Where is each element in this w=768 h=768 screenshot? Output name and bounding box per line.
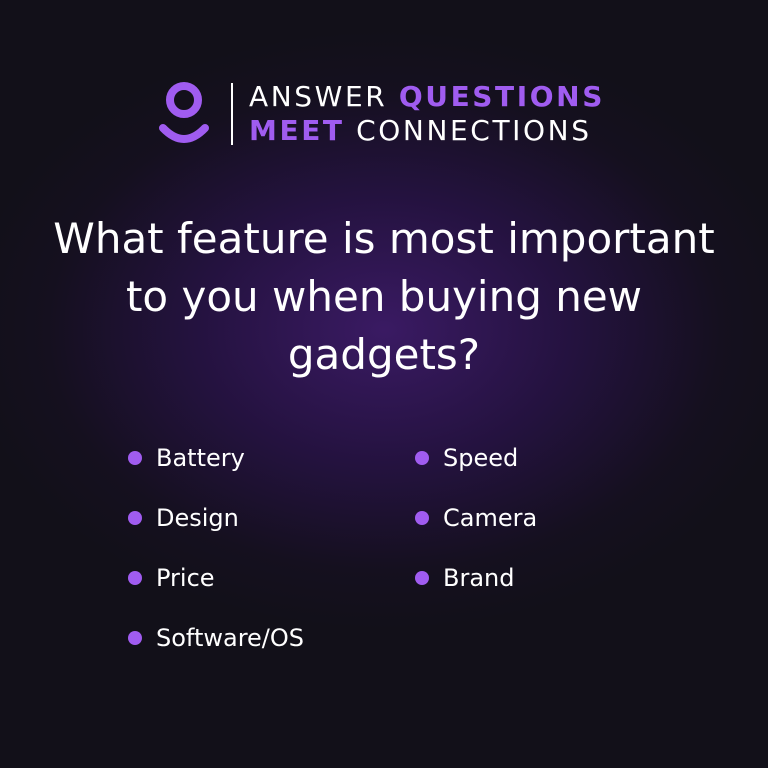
option-label: Software/OS — [156, 624, 305, 652]
options-column-left: Battery Design Price Software/OS — [128, 440, 304, 680]
tagline-line-2: MEET CONNECTIONS — [249, 114, 605, 148]
tagline-word-connections: CONNECTIONS — [356, 114, 592, 147]
bullet-icon — [128, 511, 142, 525]
option-speed[interactable]: Speed — [415, 440, 537, 500]
logo-tagline: ANSWER QUESTIONS MEET CONNECTIONS — [249, 80, 605, 148]
option-label: Speed — [443, 444, 519, 472]
tagline-line-1: ANSWER QUESTIONS — [249, 80, 605, 114]
option-label: Design — [156, 504, 239, 532]
answer-options: Battery Design Price Software/OS Speed C… — [128, 440, 648, 680]
bullet-icon — [415, 511, 429, 525]
option-battery[interactable]: Battery — [128, 440, 304, 500]
question-line-3: gadgets? — [287, 330, 481, 379]
option-price[interactable]: Price — [128, 560, 304, 620]
bullet-icon — [128, 571, 142, 585]
question-heading: What feature is most important to you wh… — [24, 210, 744, 384]
options-column-right: Speed Camera Brand — [415, 440, 537, 620]
tagline-word-answer: ANSWER — [249, 80, 388, 113]
option-label: Brand — [443, 564, 515, 592]
tagline-word-meet: MEET — [249, 114, 345, 147]
logo-divider — [231, 83, 233, 145]
option-design[interactable]: Design — [128, 500, 304, 560]
option-software-os[interactable]: Software/OS — [128, 620, 304, 680]
tagline-word-questions: QUESTIONS — [398, 80, 605, 113]
question-line-1: What feature is most important — [53, 214, 715, 263]
option-brand[interactable]: Brand — [415, 560, 537, 620]
person-icon — [159, 82, 209, 143]
bullet-icon — [415, 571, 429, 585]
bullet-icon — [415, 451, 429, 465]
option-label: Battery — [156, 444, 245, 472]
option-label: Price — [156, 564, 215, 592]
option-camera[interactable]: Camera — [415, 500, 537, 560]
option-label: Camera — [443, 504, 538, 532]
question-line-2: to you when buying new — [125, 272, 643, 321]
brand-logo: ANSWER QUESTIONS MEET CONNECTIONS — [157, 78, 605, 150]
bullet-icon — [128, 631, 142, 645]
bullet-icon — [128, 451, 142, 465]
